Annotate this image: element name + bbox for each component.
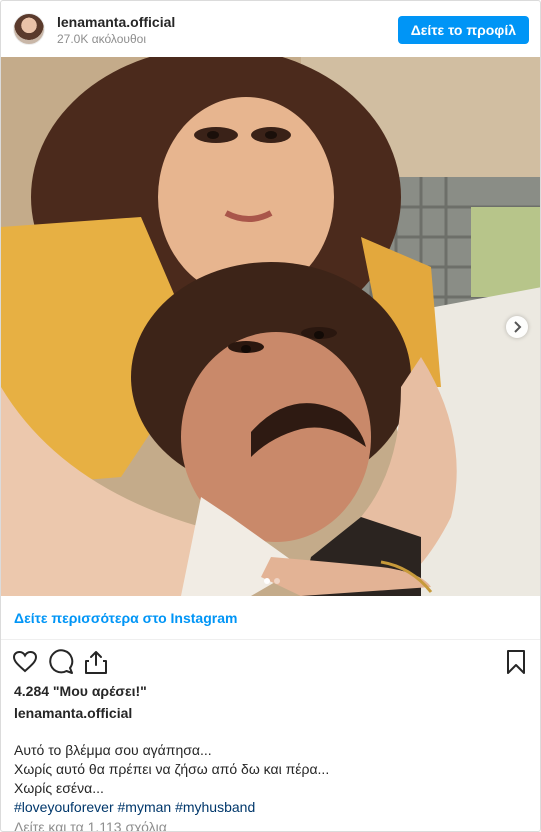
instagram-embed: lenamanta.official 27.0K ακόλουθοι Δείτε… (0, 0, 541, 832)
carousel-dots (263, 578, 280, 584)
carousel-dot (273, 578, 280, 584)
action-bar (1, 641, 540, 681)
header-username[interactable]: lenamanta.official (57, 14, 175, 30)
comment-icon[interactable] (48, 649, 74, 675)
carousel-dot-active (263, 578, 270, 584)
caption-line: Αυτό το βλέμμα σου αγάπησα... (14, 742, 212, 758)
bookmark-icon[interactable] (503, 649, 529, 675)
view-profile-button[interactable]: Δείτε το προφίλ (397, 16, 529, 44)
share-icon[interactable] (83, 649, 109, 675)
see-more-row: Δείτε περισσότερα στο Instagram (1, 596, 540, 640)
avatar[interactable] (13, 13, 45, 45)
post-photo[interactable] (1, 57, 540, 596)
caption-text: Αυτό το βλέμμα σου αγάπησα... Χωρίς αυτό… (14, 741, 329, 817)
caption-line: Χωρίς αυτό θα πρέπει να ζήσω από δω και … (14, 761, 330, 777)
carousel-next-button[interactable] (506, 316, 528, 338)
caption-hashtags[interactable]: #loveyouforever #myman #myhusband (14, 798, 329, 817)
caption-username[interactable]: lenamanta.official (14, 705, 132, 721)
caption-line: Χωρίς εσένα... (14, 780, 104, 796)
see-more-link[interactable]: Δείτε περισσότερα στο Instagram (14, 610, 237, 626)
follower-count: 27.0K ακόλουθοι (57, 32, 146, 46)
heart-icon[interactable] (12, 649, 38, 675)
like-count[interactable]: 4.284 "Μου αρέσει!" (14, 683, 147, 699)
post-header: lenamanta.official 27.0K ακόλουθοι Δείτε… (1, 1, 540, 57)
view-comments-link[interactable]: Δείτε και τα 1.113 σχόλια (14, 819, 167, 831)
chevron-right-icon (514, 321, 522, 333)
post-photo-image (1, 57, 540, 596)
